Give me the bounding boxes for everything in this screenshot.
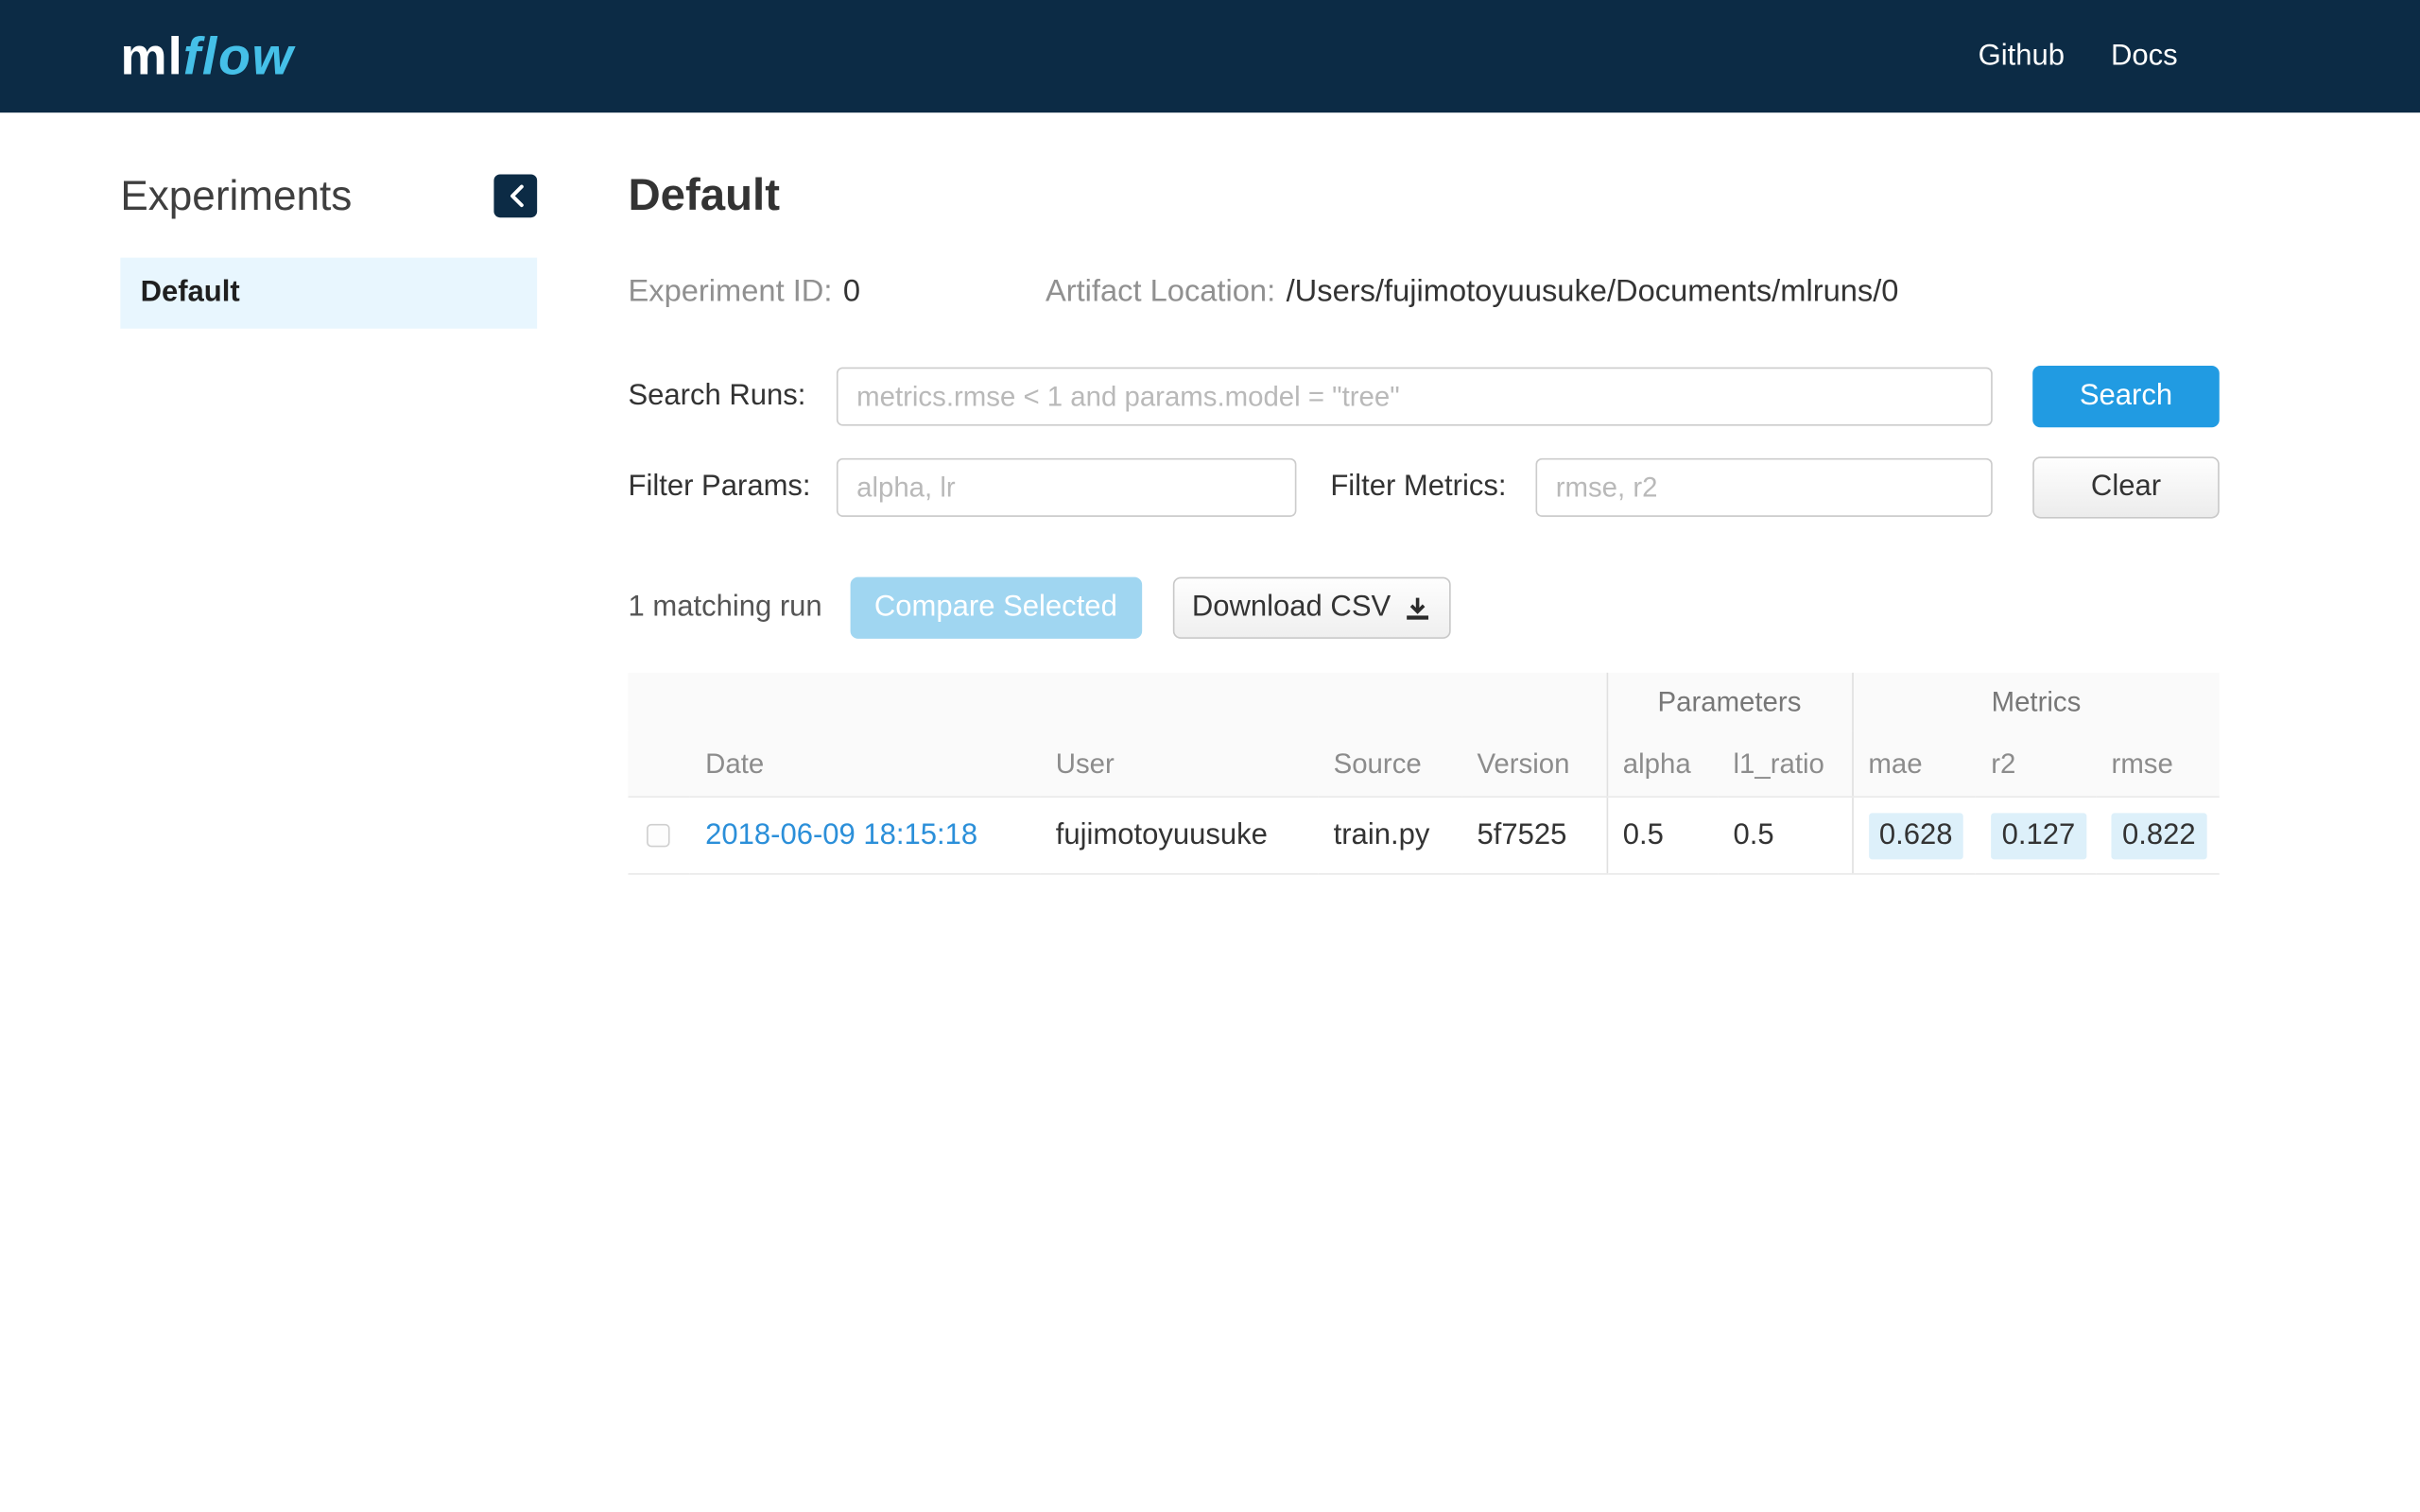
search-button[interactable]: Search: [2032, 366, 2220, 427]
run-checkbox-cell: [628, 797, 689, 874]
run-mae-cell: 0.628: [1852, 797, 1976, 874]
group-header-metrics: Metrics: [1852, 673, 2220, 731]
table-column-header-row: Date User Source Version alpha l1_ratio …: [628, 731, 2219, 797]
column-header-alpha: alpha: [1607, 731, 1719, 797]
search-runs-label: Search Runs:: [628, 380, 836, 414]
column-header-l1-ratio: l1_ratio: [1718, 731, 1852, 797]
metric-value-r2: 0.127: [1991, 813, 2085, 859]
filter-params-input[interactable]: [837, 458, 1297, 517]
group-header-spacer: [628, 673, 1606, 731]
filter-metrics-label: Filter Metrics:: [1330, 471, 1508, 505]
top-navbar: mlflow Github Docs: [0, 0, 2420, 112]
compare-selected-button[interactable]: Compare Selected: [850, 577, 1142, 639]
run-date-cell: 2018-06-09 18:15:18: [690, 797, 1041, 874]
mlflow-logo[interactable]: mlflow: [120, 30, 294, 83]
column-header-checkbox: [628, 731, 689, 797]
experiment-id-label: Experiment ID:: [628, 275, 832, 311]
experiment-id-value: 0: [843, 275, 860, 311]
sidebar-title: Experiments: [120, 172, 352, 220]
experiment-id-group: Experiment ID: 0: [628, 275, 860, 311]
search-runs-row: Search Runs: Search: [628, 366, 2219, 427]
run-source-cell: train.py: [1318, 797, 1461, 874]
run-checkbox[interactable]: [647, 824, 669, 847]
sidebar-item-default[interactable]: Default: [120, 258, 537, 329]
experiment-main-panel: Default Experiment ID: 0 Artifact Locati…: [628, 166, 2219, 874]
chevron-left-icon: [507, 183, 524, 208]
mlflow-app: mlflow Github Docs Experiments Default D…: [0, 0, 2420, 1512]
page-title: Default: [628, 166, 2219, 225]
nav-links: Github Docs: [1979, 40, 2178, 74]
column-header-r2: r2: [1976, 731, 2096, 797]
clear-button[interactable]: Clear: [2032, 456, 2220, 518]
column-header-version: Version: [1461, 731, 1607, 797]
run-user-cell: fujimotoyuusuke: [1040, 797, 1318, 874]
run-rmse-cell: 0.822: [2096, 797, 2220, 874]
column-header-user: User: [1040, 731, 1318, 797]
artifact-location-label: Artifact Location:: [1046, 275, 1275, 311]
column-header-source: Source: [1318, 731, 1461, 797]
matching-runs-count: 1 matching run: [628, 591, 821, 625]
run-r2-cell: 0.127: [1976, 797, 2096, 874]
filter-params-label: Filter Params:: [628, 471, 836, 505]
collapse-sidebar-button[interactable]: [493, 174, 537, 217]
filter-metrics-input[interactable]: [1535, 458, 1992, 517]
artifact-location-value: /Users/fujimotoyuusuke/Documents/mlruns/…: [1287, 275, 1899, 311]
search-runs-input[interactable]: [837, 368, 1993, 426]
group-header-parameters: Parameters: [1607, 673, 1853, 731]
table-row: 2018-06-09 18:15:18 fujimotoyuusuke trai…: [628, 797, 2219, 874]
download-csv-button[interactable]: Download CSV: [1172, 577, 1450, 639]
runs-table: Parameters Metrics Date User Source Vers…: [628, 673, 2219, 875]
sidebar-item-label: Default: [141, 276, 240, 310]
table-group-header-row: Parameters Metrics: [628, 673, 2219, 731]
column-header-date: Date: [690, 731, 1041, 797]
experiment-meta-row: Experiment ID: 0 Artifact Location: /Use…: [628, 275, 2219, 311]
sidebar-header: Experiments: [120, 166, 537, 225]
results-actions-row: 1 matching run Compare Selected Download…: [628, 577, 2219, 639]
metric-value-rmse: 0.822: [2112, 813, 2206, 859]
nav-link-docs[interactable]: Docs: [2111, 40, 2178, 74]
nav-link-github[interactable]: Github: [1979, 40, 2065, 74]
experiments-sidebar: Experiments Default: [120, 166, 537, 328]
download-csv-label: Download CSV: [1192, 591, 1391, 625]
run-date-link[interactable]: 2018-06-09 18:15:18: [705, 818, 977, 850]
run-alpha-cell: 0.5: [1607, 797, 1719, 874]
run-version-cell: 5f7525: [1461, 797, 1607, 874]
artifact-location-group: Artifact Location: /Users/fujimotoyuusuk…: [1046, 275, 1899, 311]
metric-value-mae: 0.628: [1868, 813, 1962, 859]
logo-text-ml: ml: [120, 27, 182, 86]
run-l1-ratio-cell: 0.5: [1718, 797, 1852, 874]
column-header-rmse: rmse: [2096, 731, 2220, 797]
column-header-mae: mae: [1852, 731, 1976, 797]
download-icon: [1405, 594, 1431, 621]
logo-text-flow: flow: [183, 27, 295, 86]
filters-row: Filter Params: Filter Metrics: Clear: [628, 456, 2219, 518]
